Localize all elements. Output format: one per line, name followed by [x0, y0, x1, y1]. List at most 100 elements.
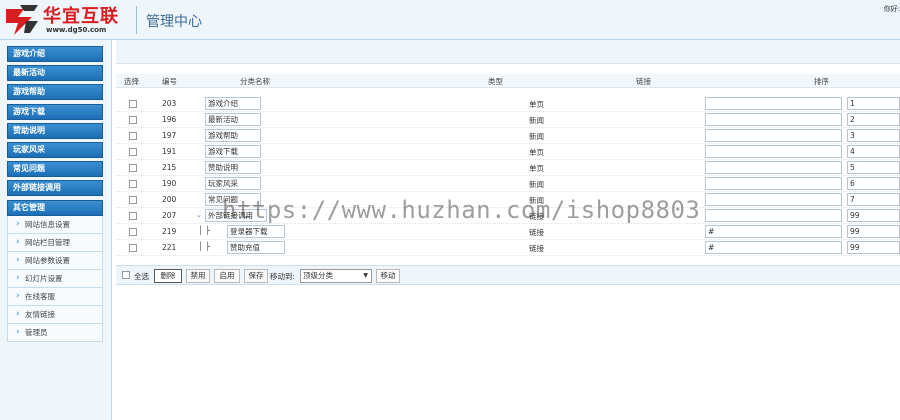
row-name-input[interactable]: 赞助说明 [205, 161, 261, 174]
row-sort-input[interactable]: 1 [847, 97, 900, 110]
row-type: 新闻 [529, 116, 544, 125]
sidebar-sub-site-params[interactable]: 网站参数设置 [7, 252, 103, 270]
sidebar-sub-admins[interactable]: 管理员 [7, 324, 103, 342]
row-checkbox[interactable] [129, 212, 137, 220]
brand-logo-icon [6, 5, 38, 35]
row-link-input[interactable]: # [705, 225, 842, 238]
row-sort-input[interactable]: 3 [847, 129, 900, 142]
top-header: 华宜互联 www.dg50.com 管理中心 你好: [0, 0, 900, 40]
row-link-input[interactable] [705, 97, 842, 110]
sidebar-menu-external-links[interactable]: 外部链接调用 [7, 180, 103, 196]
row-checkbox[interactable] [129, 164, 137, 172]
col-select-header: 选择 [124, 77, 139, 86]
table-header-row: 选择 编号 分类名称 类型 链接 排序 [116, 74, 900, 88]
tree-branch: │ ├ [198, 242, 211, 251]
row-sort-input[interactable]: 99 [847, 209, 900, 222]
sidebar-menu-latest-events[interactable]: 最新活动 [7, 65, 103, 81]
col-type-header: 类型 [488, 77, 503, 86]
row-link-input[interactable] [705, 177, 842, 190]
row-sort-input[interactable]: 4 [847, 145, 900, 158]
row-checkbox[interactable] [129, 180, 137, 188]
row-name-input[interactable]: 赞助充值 [227, 241, 285, 254]
top-toolbar [116, 40, 900, 64]
row-name-input[interactable]: 玩家风采 [205, 177, 261, 190]
row-link-input[interactable] [705, 209, 842, 222]
row-name-input[interactable]: 游戏介绍 [205, 97, 261, 110]
sidebar-menu-other-management[interactable]: 其它管理 [7, 200, 103, 216]
row-checkbox[interactable] [129, 100, 137, 108]
select-all-checkbox[interactable] [122, 271, 130, 279]
row-type: 新闻 [529, 132, 544, 141]
row-sort-input[interactable]: 2 [847, 113, 900, 126]
move-target-value: 顶级分类 [303, 271, 333, 280]
row-checkbox[interactable] [129, 244, 137, 252]
row-checkbox[interactable] [129, 132, 137, 140]
enable-button[interactable]: 启用 [214, 269, 240, 283]
table-row: 191 游戏下载 单页 4 [116, 144, 900, 160]
row-id: 191 [162, 147, 177, 156]
brand-url: www.dg50.com [46, 26, 107, 34]
disable-button[interactable]: 禁用 [186, 269, 210, 283]
tree-branch: │ ├ [198, 226, 211, 235]
move-target-select[interactable]: 顶级分类 ▼ [300, 269, 372, 283]
row-checkbox[interactable] [129, 116, 137, 124]
sidebar-menu-faq[interactable]: 常见问题 [7, 161, 103, 177]
table-row: 221 │ ├ 赞助充值 链接 # 99 [116, 240, 900, 256]
row-name-input[interactable]: 游戏帮助 [205, 129, 261, 142]
row-type: 链接 [529, 244, 544, 253]
row-link-input[interactable] [705, 161, 842, 174]
row-name-input[interactable]: 最新活动 [205, 113, 261, 126]
app-root: 华宜互联 www.dg50.com 管理中心 你好: 游戏介绍 最新活动 游戏帮… [0, 0, 900, 420]
move-button[interactable]: 移动 [376, 269, 400, 283]
row-checkbox[interactable] [129, 196, 137, 204]
sidebar-menu-game-help[interactable]: 游戏帮助 [7, 84, 103, 100]
move-to-label: 移动到: [270, 272, 296, 281]
brand-name: 华宜互联 [43, 6, 119, 27]
row-type: 新闻 [529, 180, 544, 189]
row-sort-input[interactable]: 99 [847, 225, 900, 238]
row-link-input[interactable] [705, 145, 842, 158]
col-link-header: 链接 [636, 77, 651, 86]
sidebar-menu-game-download[interactable]: 游戏下载 [7, 104, 103, 120]
sidebar-menu-player-gallery[interactable]: 玩家风采 [7, 142, 103, 158]
table-row: 197 游戏帮助 新闻 3 [116, 128, 900, 144]
sidebar-sub-site-info[interactable]: 网站信息设置 [7, 216, 103, 234]
user-greeting: 你好: [883, 5, 900, 13]
row-type: 单页 [529, 164, 544, 173]
sidebar-menu-sponsor-info[interactable]: 赞助说明 [7, 123, 103, 139]
sidebar-sub-columns[interactable]: 网站栏目管理 [7, 234, 103, 252]
row-checkbox[interactable] [129, 148, 137, 156]
col-name-header: 分类名称 [240, 77, 270, 86]
table-row: 196 最新活动 新闻 2 [116, 112, 900, 128]
row-id: 197 [162, 131, 177, 140]
select-all-label: 全选 [134, 272, 149, 281]
row-sort-input[interactable]: 99 [847, 241, 900, 254]
row-sort-input[interactable]: 6 [847, 177, 900, 190]
table-row: 190 玩家风采 新闻 6 [116, 176, 900, 192]
row-link-input[interactable] [705, 113, 842, 126]
row-checkbox[interactable] [129, 228, 137, 236]
sidebar-sub-friend-links[interactable]: 友情链接 [7, 306, 103, 324]
row-sort-input[interactable]: 7 [847, 193, 900, 206]
expand-arrow-icon[interactable]: ⌄ [196, 211, 202, 219]
row-type: 链接 [529, 228, 544, 237]
save-button[interactable]: 保存 [244, 269, 268, 283]
sidebar-menu-game-intro[interactable]: 游戏介绍 [7, 46, 103, 62]
table-row: 215 赞助说明 单页 5 [116, 160, 900, 176]
row-type: 单页 [529, 100, 544, 109]
row-link-input[interactable] [705, 129, 842, 142]
row-id: 200 [162, 195, 177, 204]
table-row: 219 │ ├ 登录器下载 链接 # 99 [116, 224, 900, 240]
row-link-input[interactable] [705, 193, 842, 206]
row-link-input[interactable]: # [705, 241, 842, 254]
row-type: 单页 [529, 148, 544, 157]
delete-button[interactable]: 删除 [154, 269, 182, 283]
row-name-input[interactable]: 登录器下载 [227, 225, 285, 238]
app-title: 管理中心 [146, 14, 202, 30]
row-sort-input[interactable]: 5 [847, 161, 900, 174]
row-id: 196 [162, 115, 177, 124]
bulk-action-bar: 全选 删除 禁用 启用 保存 移动到: 顶级分类 ▼ 移动 [116, 265, 900, 285]
sidebar-sub-online-service[interactable]: 在线客服 [7, 288, 103, 306]
row-name-input[interactable]: 游戏下载 [205, 145, 261, 158]
sidebar-sub-slideshow[interactable]: 幻灯片设置 [7, 270, 103, 288]
